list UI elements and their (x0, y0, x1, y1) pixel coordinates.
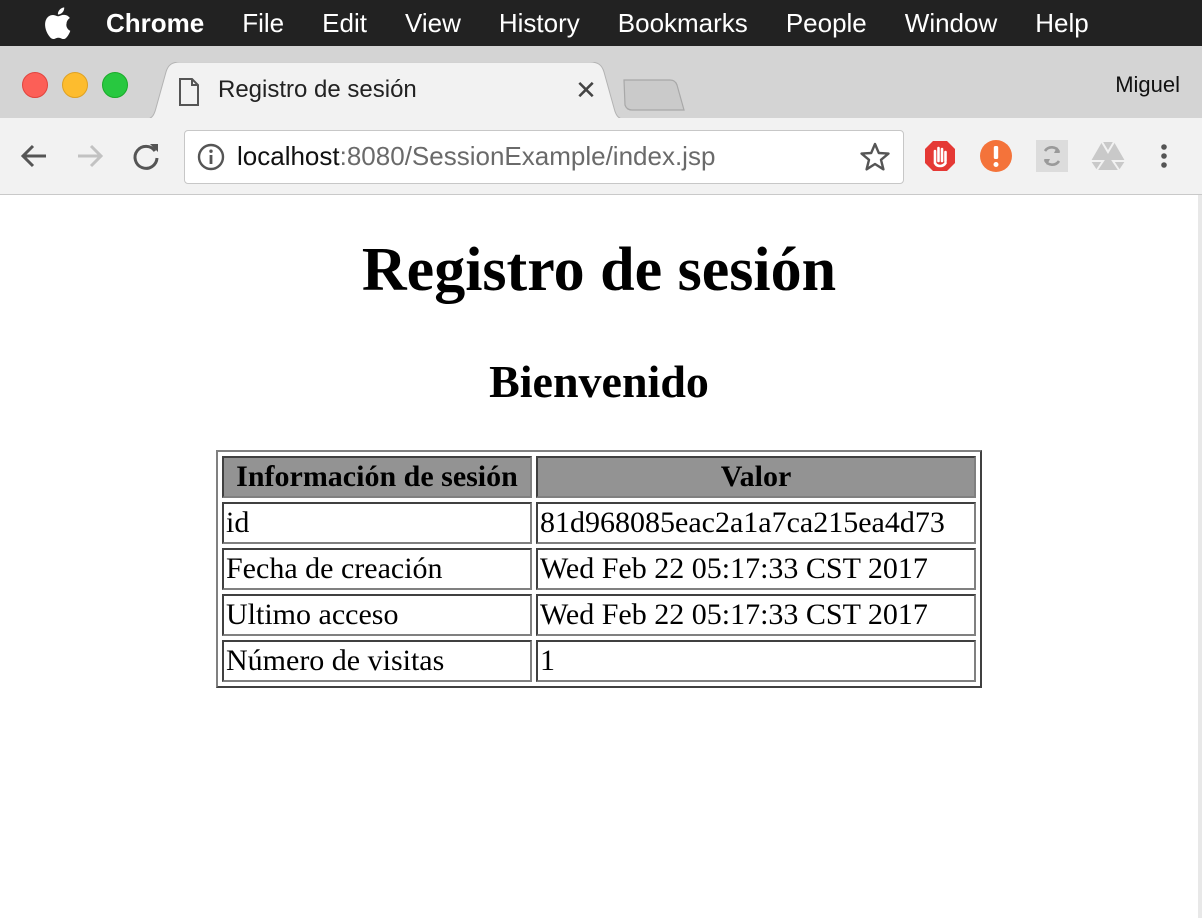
url-path: :8080/SessionExample/index.jsp (339, 141, 716, 171)
table-row: Fecha de creación Wed Feb 22 05:17:33 CS… (222, 548, 976, 590)
close-tab-icon[interactable]: ✕ (572, 75, 600, 105)
page-content: Registro de sesión Bienvenido Informació… (0, 195, 1198, 918)
url-text[interactable]: localhost:8080/SessionExample/index.jsp (237, 141, 715, 172)
profile-name[interactable]: Miguel (1115, 72, 1180, 98)
back-arrow-icon[interactable] (16, 138, 52, 174)
menu-window[interactable]: Window (905, 8, 997, 39)
menu-view[interactable]: View (405, 8, 461, 39)
session-table: Información de sesión Valor id 81d968085… (216, 450, 982, 688)
zoom-window-button[interactable] (102, 72, 128, 98)
table-cell-label: id (222, 502, 532, 544)
column-header-info: Información de sesión (222, 456, 532, 498)
table-cell-label: Número de visitas (222, 640, 532, 682)
address-bar[interactable]: localhost:8080/SessionExample/index.jsp (184, 130, 904, 184)
tab-strip: Registro de sesión ✕ Miguel (0, 46, 1202, 120)
reload-icon[interactable] (128, 138, 164, 174)
tab-title: Registro de sesión (218, 76, 417, 103)
stop-hand-icon[interactable] (922, 138, 958, 174)
forward-arrow-icon[interactable] (72, 138, 108, 174)
table-cell-value: Wed Feb 22 05:17:33 CST 2017 (536, 594, 976, 636)
alert-icon[interactable] (978, 138, 1014, 174)
new-tab-button[interactable] (620, 78, 686, 112)
kebab-menu-icon[interactable] (1146, 138, 1182, 174)
menu-history[interactable]: History (499, 8, 580, 39)
menu-file[interactable]: File (242, 8, 284, 39)
menu-help[interactable]: Help (1035, 8, 1088, 39)
page-icon (178, 78, 200, 106)
table-cell-value: 81d968085eac2a1a7ca215ea4d73 (536, 502, 976, 544)
info-icon[interactable] (197, 143, 225, 171)
table-cell-label: Ultimo acceso (222, 594, 532, 636)
browser-toolbar: localhost:8080/SessionExample/index.jsp (0, 118, 1202, 195)
star-icon[interactable] (859, 141, 891, 173)
table-cell-value: Wed Feb 22 05:17:33 CST 2017 (536, 548, 976, 590)
page-title: Registro de sesión (361, 236, 837, 304)
table-row: Número de visitas 1 (222, 640, 976, 682)
macos-menu-bar: Chrome File Edit View History Bookmarks … (0, 0, 1202, 46)
menu-edit[interactable]: Edit (322, 8, 367, 39)
sync-icon[interactable] (1034, 138, 1070, 174)
apple-logo-icon[interactable] (40, 6, 74, 40)
url-host: localhost (237, 141, 340, 171)
table-cell-label: Fecha de creación (222, 548, 532, 590)
window-edge (1198, 195, 1202, 918)
menu-people[interactable]: People (786, 8, 867, 39)
drive-icon[interactable] (1090, 138, 1126, 174)
table-header-row: Información de sesión Valor (222, 456, 976, 498)
close-window-button[interactable] (22, 72, 48, 98)
menu-app-name[interactable]: Chrome (106, 8, 204, 39)
menu-bookmarks[interactable]: Bookmarks (618, 8, 748, 39)
table-cell-value: 1 (536, 640, 976, 682)
table-row: id 81d968085eac2a1a7ca215ea4d73 (222, 502, 976, 544)
table-row: Ultimo acceso Wed Feb 22 05:17:33 CST 20… (222, 594, 976, 636)
column-header-value: Valor (536, 456, 976, 498)
minimize-window-button[interactable] (62, 72, 88, 98)
page-subtitle: Bienvenido (489, 356, 709, 407)
